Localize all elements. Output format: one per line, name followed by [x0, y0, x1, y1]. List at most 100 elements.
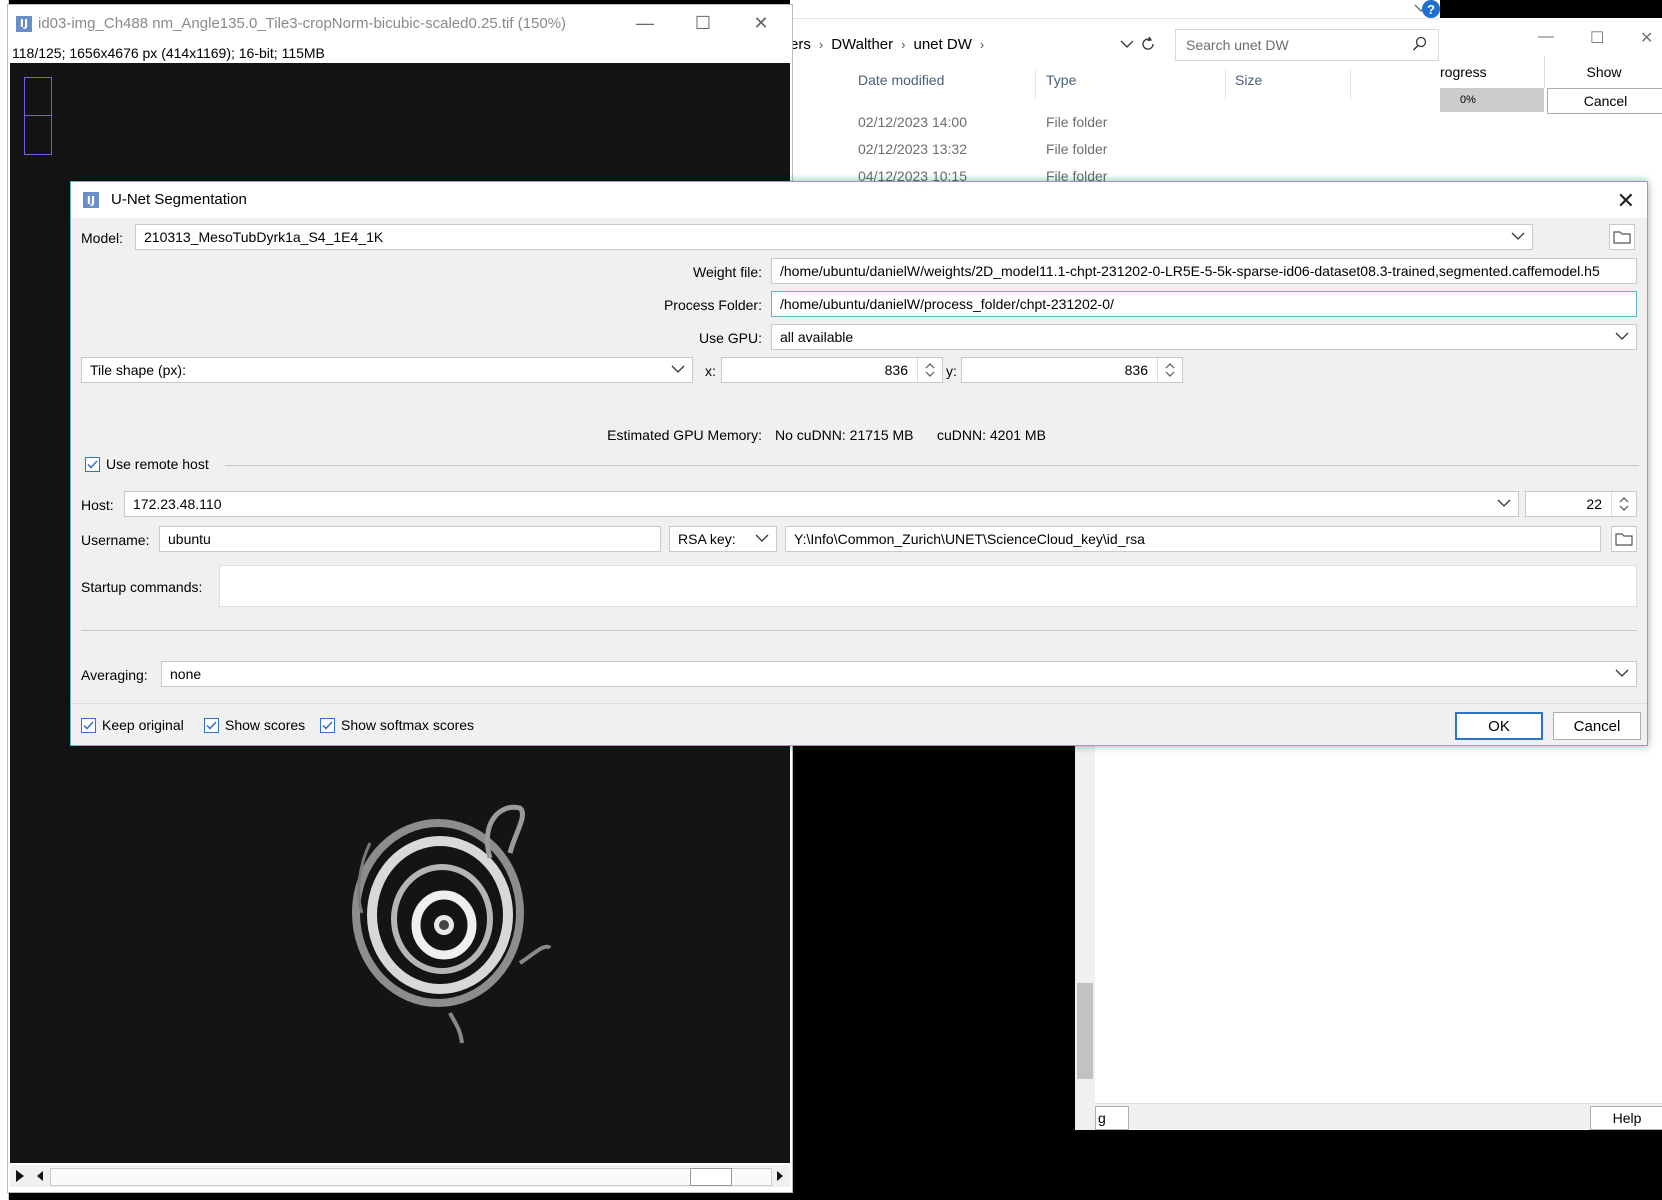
column-header-date-modified[interactable]: Date modified [858, 72, 944, 88]
file-type: File folder [1046, 141, 1108, 157]
chevron-right-icon: › [901, 36, 906, 52]
footer-divider [71, 703, 1647, 704]
ok-button[interactable]: OK [1455, 712, 1543, 740]
close-icon[interactable]: ✕ [749, 13, 773, 34]
close-icon[interactable]: ✕ [1640, 28, 1653, 48]
chevron-right-icon[interactable]: › [980, 37, 984, 52]
model-label: Model: [81, 230, 124, 246]
use-gpu-label: Use GPU: [698, 330, 762, 346]
chevron-down-icon [1511, 232, 1525, 240]
column-header-type[interactable]: Type [1046, 72, 1076, 88]
tile-shape-select[interactable]: Tile shape (px): [81, 357, 693, 383]
port-spinner[interactable]: 22 [1525, 491, 1637, 517]
minimize-icon[interactable]: — [1538, 28, 1554, 46]
chevron-down-icon [671, 365, 685, 373]
address-dropdown[interactable] [1120, 30, 1156, 58]
refresh-icon[interactable] [1139, 35, 1156, 53]
model-folder-button[interactable] [1609, 224, 1635, 250]
model-value: 210313_MesoTubDyrk1a_S4_1E4_1K [144, 229, 384, 245]
section-divider [225, 465, 1639, 466]
breadcrumb: ers › DWalther › unet DW › [790, 30, 984, 58]
host-label: Host: [81, 497, 114, 513]
rsa-folder-button[interactable] [1611, 526, 1637, 552]
spinner-arrows-icon[interactable] [917, 358, 942, 382]
close-icon[interactable]: ✕ [1617, 188, 1635, 214]
help-button[interactable]: Help [1590, 1106, 1662, 1130]
username-label: Username: [81, 532, 150, 548]
column-header-progress: rogress [1440, 64, 1487, 80]
port-value: 22 [1586, 496, 1602, 512]
breadcrumb-item[interactable]: unet DW [914, 36, 972, 53]
minimize-icon[interactable]: — [633, 13, 657, 34]
process-folder-input[interactable]: /home/ubuntu/danielW/process_folder/chpt… [771, 291, 1637, 317]
help-icon[interactable]: ? [1422, 0, 1440, 18]
startup-commands-input[interactable] [219, 565, 1637, 607]
folder-icon [1615, 533, 1633, 546]
username-input[interactable]: ubuntu [159, 526, 661, 552]
background-window-pane [1095, 745, 1662, 1130]
scrollbar-thumb[interactable] [690, 1168, 732, 1186]
imagej-icon: IJ [83, 192, 99, 208]
host-combo[interactable]: 172.23.48.110 [124, 491, 1519, 517]
file-date: 02/12/2023 13:32 [858, 141, 967, 157]
checkbox-checked-icon [85, 456, 100, 472]
search-input[interactable]: Search unet DW [1175, 29, 1439, 61]
file-date: 02/12/2023 14:00 [858, 114, 967, 130]
gpu-value: all available [780, 329, 854, 345]
spinner-arrows-icon[interactable] [1157, 358, 1182, 382]
gpu-memory-label: Estimated GPU Memory: [607, 427, 762, 443]
rsa-key-select[interactable]: RSA key: [669, 526, 777, 552]
show-softmax-scores-checkbox[interactable]: Show softmax scores [320, 717, 474, 733]
weight-file-input[interactable]: /home/ubuntu/danielW/weights/2D_model11.… [771, 258, 1637, 284]
y-label: y: [946, 363, 957, 379]
maximize-icon[interactable]: ☐ [691, 13, 715, 34]
list-item[interactable]: 02/12/2023 13:32 File folder [790, 137, 1440, 163]
rsa-key-path-input[interactable]: Y:\Info\Common_Zurich\UNET\ScienceCloud_… [785, 526, 1601, 552]
maximize-icon[interactable]: ☐ [1590, 28, 1604, 48]
column-divider[interactable] [1035, 70, 1036, 100]
scrollbar-thumb[interactable] [1077, 983, 1093, 1079]
x-label: x: [705, 363, 716, 379]
scroll-left-icon[interactable] [34, 1169, 46, 1183]
section-divider [81, 630, 1637, 631]
use-remote-host-checkbox[interactable]: Use remote host [85, 456, 209, 472]
weight-file-label: Weight file: [693, 264, 762, 280]
show-softmax-scores-label: Show softmax scores [341, 717, 475, 733]
breadcrumb-item[interactable]: DWalther [831, 36, 893, 53]
horizontal-scrollbar[interactable] [10, 1165, 790, 1187]
gpu-memory-cudnn: cuDNN: 4201 MB [937, 427, 1046, 443]
list-item[interactable]: 02/12/2023 14:00 File folder [790, 110, 1440, 136]
progress-titlebar: — ☐ ✕ [1440, 18, 1662, 56]
image-window-title: IJ id03-img_Ch488 nm_Angle135.0_Tile3-cr… [16, 15, 566, 32]
scroll-right-icon[interactable] [774, 1169, 786, 1183]
column-header-show: Show [1544, 56, 1662, 88]
search-placeholder: Search unet DW [1186, 37, 1289, 53]
spinner-arrows-icon[interactable] [1611, 492, 1636, 516]
progress-text: 0% [1460, 94, 1476, 106]
breadcrumb-item[interactable]: ers [790, 36, 811, 53]
column-divider[interactable] [1350, 70, 1351, 100]
tile-y-spinner[interactable]: 836 [961, 357, 1183, 383]
tile-y-value: 836 [1124, 362, 1148, 378]
vertical-scrollbar[interactable] [1075, 745, 1095, 1130]
chevron-down-icon [755, 534, 769, 542]
averaging-select[interactable]: none [161, 661, 1637, 687]
startup-commands-label: Startup commands: [81, 579, 203, 595]
file-explorer-window: ? ers › DWalther › unet DW › Search unet… [790, 0, 1440, 185]
imagej-icon: IJ [16, 15, 32, 32]
column-divider[interactable] [1225, 70, 1226, 100]
column-header-size[interactable]: Size [1235, 72, 1262, 88]
play-icon[interactable] [14, 1169, 26, 1183]
tile-x-spinner[interactable]: 836 [721, 357, 943, 383]
model-select[interactable]: 210313_MesoTubDyrk1a_S4_1E4_1K [135, 224, 1533, 250]
background-window-footer: g Help [1095, 1103, 1662, 1130]
gpu-select[interactable]: all available [771, 324, 1637, 350]
partial-button[interactable]: g [1095, 1106, 1129, 1130]
tile-x-value: 836 [884, 362, 908, 378]
keep-original-checkbox[interactable]: Keep original [81, 717, 184, 733]
cancel-button[interactable]: Cancel [1547, 88, 1662, 114]
scroll-track[interactable] [50, 1168, 772, 1186]
cancel-button[interactable]: Cancel [1553, 712, 1641, 740]
show-scores-checkbox[interactable]: Show scores [204, 717, 305, 733]
image-title: id03-img_Ch488 nm_Angle135.0_Tile3-cropN… [38, 15, 567, 32]
